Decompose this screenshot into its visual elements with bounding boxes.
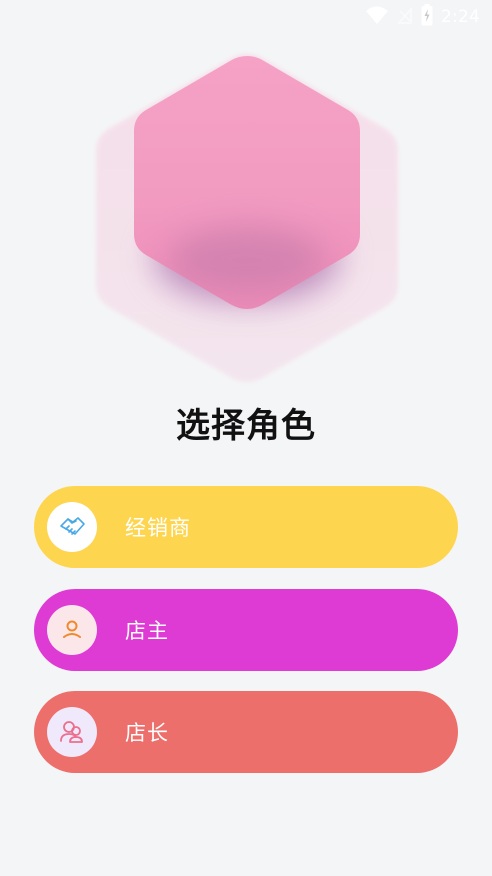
status-icons: 2:24 — [365, 4, 480, 30]
role-store-manager-button[interactable]: 店长 — [34, 691, 458, 773]
clock-time: 2:24 — [441, 7, 480, 27]
wifi-icon — [365, 5, 389, 29]
battery-charging-icon — [421, 4, 433, 30]
hero-hexagon-graphic — [92, 48, 402, 388]
role-shop-owner-label: 店主 — [125, 619, 169, 643]
role-dealer-label: 经销商 — [125, 516, 191, 540]
page-title: 选择角色 — [176, 406, 316, 446]
role-store-manager-label: 店长 — [125, 721, 169, 745]
handshake-icon — [47, 502, 97, 552]
user-icon — [47, 605, 97, 655]
role-shop-owner-button[interactable]: 店主 — [34, 589, 458, 671]
status-bar: 2:24 — [0, 0, 492, 34]
role-dealer-button[interactable]: 经销商 — [34, 486, 458, 568]
signal-off-icon — [397, 5, 413, 29]
users-icon — [47, 707, 97, 757]
